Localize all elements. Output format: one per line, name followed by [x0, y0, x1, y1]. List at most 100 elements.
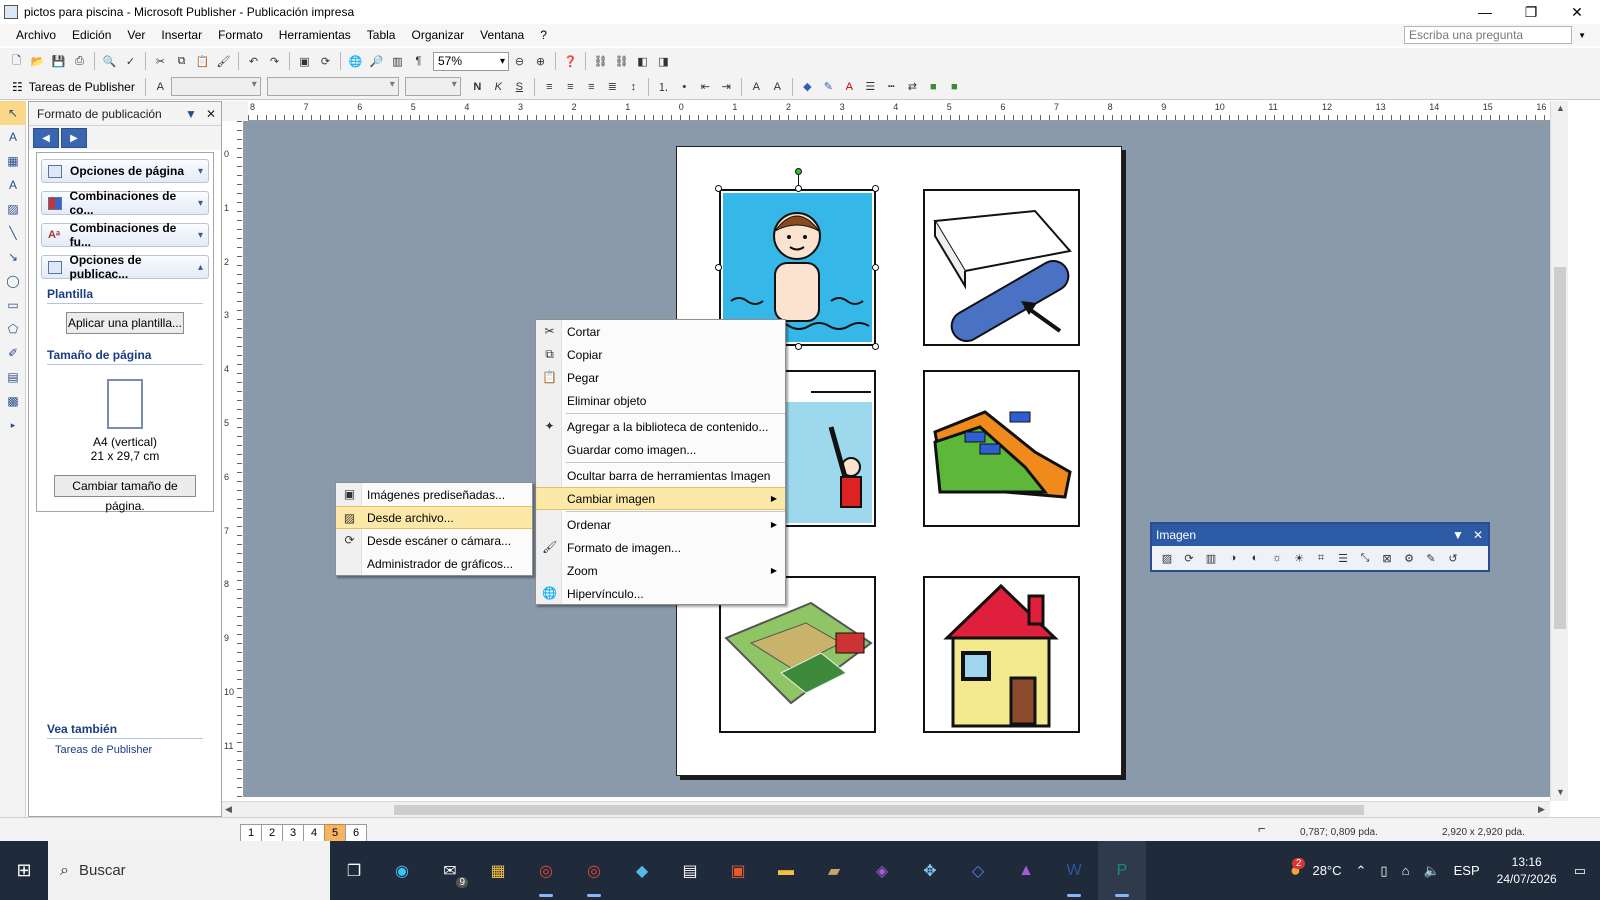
publisher-taskbar-icon[interactable]: P	[1098, 841, 1146, 900]
increase-indent-icon[interactable]: ⇥	[716, 77, 737, 97]
bring-forward-icon[interactable]: ▣	[294, 51, 315, 71]
microsoft365-icon[interactable]: ◈	[858, 841, 906, 900]
menu-help[interactable]: ?	[532, 28, 555, 42]
task-view-icon[interactable]: ❐	[330, 841, 378, 900]
close-icon[interactable]: ✕	[1468, 528, 1488, 542]
oval-icon[interactable]: ◯	[0, 269, 26, 293]
edge-icon[interactable]: ◉	[378, 841, 426, 900]
menu-item-save-as-picture[interactable]: Guardar como imagen...	[536, 438, 785, 461]
menu-ventana[interactable]: Ventana	[472, 28, 532, 42]
picture-toolbar-header[interactable]: Imagen ▼ ✕	[1152, 524, 1488, 546]
menu-item-format-picture[interactable]: 🖌 Formato de imagen...	[536, 536, 785, 559]
previous-textbox-icon[interactable]: ◧	[632, 51, 653, 71]
copy-icon[interactable]: ⧉	[171, 51, 192, 71]
menu-item-add-to-library[interactable]: ✦ Agregar a la biblioteca de contenido...	[536, 415, 785, 438]
games-icon[interactable]: ✥	[906, 841, 954, 900]
more-contrast-icon[interactable]: ◑	[1222, 548, 1244, 568]
powerpoint-icon[interactable]: ▣	[714, 841, 762, 900]
redo-icon[interactable]: ↷	[264, 51, 285, 71]
ask-question-input[interactable]: Escriba una pregunta	[1404, 26, 1572, 44]
zoom-in-icon[interactable]: ⊕	[530, 51, 551, 71]
menu-item-from-scanner[interactable]: ⟳ Desde escáner o cámara...	[336, 529, 532, 552]
next-textbox-icon[interactable]: ◨	[653, 51, 674, 71]
section-publication-options[interactable]: Opciones de publicac... ▴	[41, 253, 209, 281]
section-page-options[interactable]: Opciones de página ▾	[41, 159, 209, 183]
undo-icon[interactable]: ↶	[243, 51, 264, 71]
battery-icon[interactable]: ▯	[1380, 863, 1387, 879]
decrease-indent-icon[interactable]: ⇤	[695, 77, 716, 97]
menu-item-from-file[interactable]: ▨ Desde archivo...	[336, 506, 532, 529]
menu-item-delete-object[interactable]: Eliminar objeto	[536, 389, 785, 412]
change-page-size-button[interactable]: Cambiar tamaño de página.	[54, 475, 196, 513]
task-pane-dropdown-icon[interactable]: ▼	[181, 107, 201, 121]
arrow-style-icon[interactable]: ⇄	[902, 77, 923, 97]
menu-item-paste[interactable]: 📋 Pegar	[536, 366, 785, 389]
columns-icon[interactable]: ▥	[387, 51, 408, 71]
toolbar-options-icon[interactable]: ▼	[1448, 528, 1468, 542]
resize-handle[interactable]	[872, 343, 879, 350]
new-icon[interactable]: 🗋	[6, 51, 27, 71]
pilcrow-icon[interactable]: ¶	[408, 51, 429, 71]
scroll-left-icon[interactable]: ◀	[225, 804, 232, 815]
more-tools-icon[interactable]: ▸	[0, 413, 26, 437]
hyperlink-icon[interactable]: 🌐	[345, 51, 366, 71]
house-picture[interactable]	[923, 576, 1080, 733]
menu-formato[interactable]: Formato	[210, 28, 271, 42]
menu-archivo[interactable]: Archivo	[8, 28, 64, 42]
apply-template-button[interactable]: Aplicar una plantilla...	[66, 312, 184, 334]
align-right-icon[interactable]: ≡	[581, 77, 602, 97]
clock[interactable]: 13:16 24/07/2026	[1497, 854, 1557, 888]
insert-picture-icon[interactable]: ▨	[1156, 548, 1178, 568]
reset-picture-icon[interactable]: ↺	[1442, 548, 1464, 568]
forward-icon[interactable]: ▶	[61, 128, 87, 148]
justify-icon[interactable]: ≣	[602, 77, 623, 97]
chrome-icon[interactable]: ◎	[522, 841, 570, 900]
scroll-down-icon[interactable]: ▼	[1556, 787, 1565, 797]
compress-icon[interactable]: ⤡	[1354, 548, 1376, 568]
italic-icon[interactable]: K	[488, 77, 509, 97]
menu-item-hyperlink[interactable]: 🌐 Hipervínculo...	[536, 582, 785, 605]
page-size-thumbnail[interactable]	[107, 379, 143, 429]
shadow-style-icon[interactable]: ■	[923, 77, 944, 97]
resize-handle[interactable]	[872, 264, 879, 271]
help-icon[interactable]: ❓	[560, 51, 581, 71]
styles-icon[interactable]: A	[150, 77, 171, 97]
page-tab[interactable]: 5	[324, 824, 346, 842]
menu-item-graphics-manager[interactable]: Administrador de gráficos...	[336, 552, 532, 575]
bold-icon[interactable]: N	[467, 77, 488, 97]
pool-float-picture[interactable]	[923, 189, 1080, 346]
menu-herramientas[interactable]: Herramientas	[271, 28, 359, 42]
kodi-icon[interactable]: ◆	[618, 841, 666, 900]
open-icon[interactable]: 📂	[27, 51, 48, 71]
set-transparent-icon[interactable]: ✎	[1420, 548, 1442, 568]
cut-icon[interactable]: ✂	[150, 51, 171, 71]
research-icon[interactable]: 🔎	[366, 51, 387, 71]
line-color-icon[interactable]: ✎	[818, 77, 839, 97]
resize-handle[interactable]	[715, 185, 722, 192]
calculator-icon[interactable]: ▤	[666, 841, 714, 900]
font-color-icon[interactable]: A	[839, 77, 860, 97]
vertical-ruler[interactable]: 0 1 2 3 4 5 6 7 8 9 10 11	[222, 121, 244, 797]
color-icon[interactable]: ▥	[1200, 548, 1222, 568]
temperature[interactable]: 28°C	[1312, 863, 1341, 878]
line-icon[interactable]: ╲	[0, 221, 26, 245]
affinity-icon[interactable]: ▲	[1002, 841, 1050, 900]
horizontal-ruler[interactable]: 8 7 6 5 4 3 2 1 0 1 2 3 4 5 6 7 8 9 10 11 12 13 14 15 16	[248, 101, 1550, 121]
more-brightness-icon[interactable]: ☼	[1266, 548, 1288, 568]
close-button[interactable]: ✕	[1554, 0, 1600, 24]
scanner-icon[interactable]: ⟳	[1178, 548, 1200, 568]
page-tab[interactable]: 6	[345, 824, 367, 842]
menu-item-copy[interactable]: ⧉ Copiar	[536, 343, 785, 366]
page-tab[interactable]: 4	[303, 824, 325, 842]
scroll-right-icon[interactable]: ▶	[1538, 804, 1545, 815]
minimize-button[interactable]: —	[1462, 0, 1508, 24]
horizontal-scrollbar[interactable]: ◀ ▶	[222, 801, 1550, 817]
menu-item-zoom[interactable]: Zoom ▶	[536, 559, 785, 582]
save-icon[interactable]: 💾	[48, 51, 69, 71]
workspace[interactable]	[244, 121, 1550, 797]
link-textbox-icon[interactable]: ⛓	[590, 51, 611, 71]
spelling-icon[interactable]: ✓	[120, 51, 141, 71]
shrink-font-icon[interactable]: A	[746, 77, 767, 97]
rotate-icon[interactable]: ⟳	[315, 51, 336, 71]
menu-tabla[interactable]: Tabla	[359, 28, 404, 42]
